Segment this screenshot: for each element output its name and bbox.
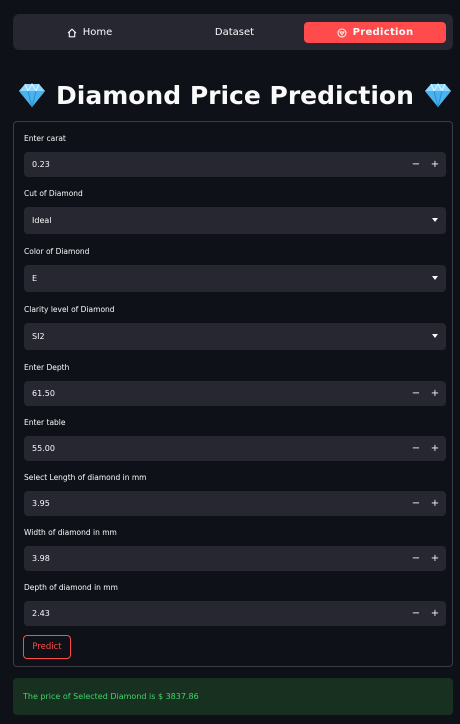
depth-label: Enter Depth (24, 363, 70, 372)
nav-home-label: Home (82, 27, 113, 38)
nav-bar: Home Dataset Prediction (13, 14, 453, 50)
chevron-down-icon (432, 276, 438, 280)
length-label: Select Length of diamond in mm (24, 473, 147, 482)
length-input[interactable]: 3.95 − + (24, 491, 446, 516)
table-label: Enter table (24, 418, 66, 427)
table-increment-button[interactable]: + (425, 436, 445, 461)
depth-mm-input[interactable]: 2.43 − + (24, 601, 446, 626)
length-decrement-button[interactable]: − (406, 491, 426, 516)
depth-value: 61.50 (32, 389, 55, 398)
color-value: E (32, 274, 38, 283)
color-label: Color of Diamond (24, 247, 90, 256)
diamond-emoji-icon (19, 82, 45, 108)
length-increment-button[interactable]: + (425, 491, 445, 516)
depth-decrement-button[interactable]: − (406, 381, 426, 406)
width-value: 3.98 (32, 554, 50, 563)
predict-button[interactable]: Predict (23, 635, 71, 659)
length-value: 3.95 (32, 499, 50, 508)
depth-mm-value: 2.43 (32, 609, 50, 618)
table-input[interactable]: 55.00 − + (24, 436, 446, 461)
page-title-text: Diamond Price Prediction (56, 80, 414, 110)
depth-increment-button[interactable]: + (425, 381, 445, 406)
chevron-down-icon (432, 334, 438, 338)
gem-outline-icon (337, 28, 347, 38)
carat-input[interactable]: 0.23 − + (24, 152, 446, 177)
depth-input[interactable]: 61.50 − + (24, 381, 446, 406)
page-title: Diamond Price Prediction (18, 78, 452, 112)
table-decrement-button[interactable]: − (406, 436, 426, 461)
chevron-down-icon (432, 218, 438, 222)
nav-dataset[interactable]: Dataset (163, 22, 306, 43)
prediction-form: Enter carat 0.23 − + Cut of Diamond Idea… (13, 121, 453, 667)
clarity-label: Clarity level of Diamond (24, 305, 115, 314)
depth-mm-decrement-button[interactable]: − (406, 601, 426, 626)
home-icon (67, 28, 77, 38)
width-decrement-button[interactable]: − (406, 546, 426, 571)
width-increment-button[interactable]: + (425, 546, 445, 571)
depth-mm-label: Depth of diamond in mm (24, 583, 118, 592)
carat-label: Enter carat (24, 134, 66, 143)
nav-prediction-label: Prediction (352, 27, 414, 38)
width-input[interactable]: 3.98 − + (24, 546, 446, 571)
clarity-select[interactable]: SI2 (24, 323, 446, 350)
width-label: Width of diamond in mm (24, 528, 117, 537)
nav-dataset-label: Dataset (214, 27, 255, 38)
diamond-emoji-icon (424, 82, 451, 108)
nav-prediction[interactable]: Prediction (304, 22, 446, 43)
prediction-result-text: The price of Selected Diamond is $ 3837.… (23, 692, 199, 701)
depth-mm-increment-button[interactable]: + (425, 601, 445, 626)
cut-label: Cut of Diamond (24, 189, 83, 198)
color-select[interactable]: E (24, 265, 446, 292)
carat-decrement-button[interactable]: − (406, 152, 426, 177)
prediction-result-alert: The price of Selected Diamond is $ 3837.… (13, 678, 453, 715)
clarity-value: SI2 (32, 332, 45, 341)
carat-value: 0.23 (32, 160, 50, 169)
cut-select[interactable]: Ideal (24, 207, 446, 234)
carat-increment-button[interactable]: + (425, 152, 445, 177)
nav-home[interactable]: Home (18, 22, 161, 43)
cut-value: Ideal (32, 216, 52, 225)
table-value: 55.00 (32, 444, 55, 453)
